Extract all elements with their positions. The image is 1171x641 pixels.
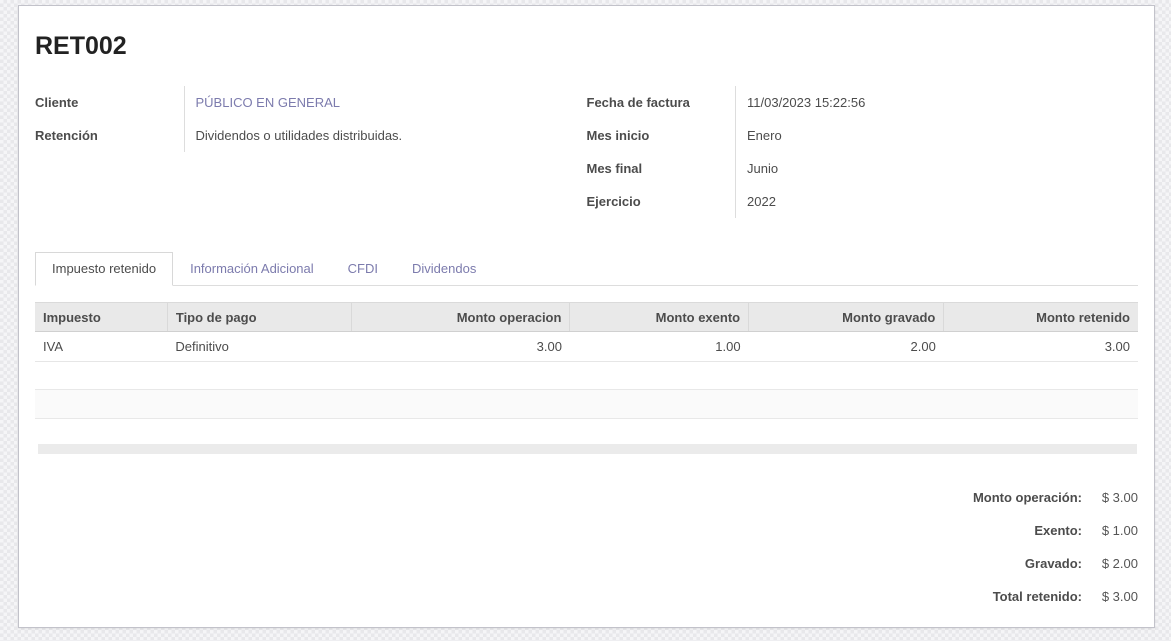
total-row-gravado: Gravado: $ 2.00 <box>35 547 1138 580</box>
total-row-monto-operacion: Monto operación: $ 3.00 <box>35 481 1138 514</box>
field-group-left: Cliente PÚBLICO EN GENERAL Retención Div… <box>35 86 587 152</box>
mes-final-label: Mes final <box>587 152 736 185</box>
ejercicio-label: Ejercicio <box>587 185 736 218</box>
field-row-ejercicio: Ejercicio 2022 <box>587 185 1139 218</box>
cliente-label: Cliente <box>35 86 184 119</box>
cliente-value-link[interactable]: PÚBLICO EN GENERAL <box>184 86 587 119</box>
tab-cfdi[interactable]: CFDI <box>331 252 395 286</box>
notebook-tabs: Impuesto retenido Información Adicional … <box>35 252 1138 286</box>
column-header-monto-gravado[interactable]: Monto gravado <box>749 303 944 332</box>
cell-monto-exento: 1.00 <box>570 332 749 362</box>
totals-section: Monto operación: $ 3.00 Exento: $ 1.00 G… <box>35 481 1138 613</box>
document-sheet: RET002 Cliente PÚBLICO EN GENERAL Retenc… <box>18 5 1155 628</box>
cell-monto-operacion: 3.00 <box>352 332 570 362</box>
total-retenido-label: Total retenido: <box>993 589 1082 604</box>
table-horizontal-scrollbar[interactable] <box>38 444 1137 454</box>
column-header-monto-operacion[interactable]: Monto operacion <box>352 303 570 332</box>
total-exento-value: $ 1.00 <box>1082 523 1138 538</box>
field-row-mes-inicio: Mes inicio Enero <box>587 119 1139 152</box>
ejercicio-value: 2022 <box>736 185 1139 218</box>
empty-row <box>35 362 1138 390</box>
fecha-factura-label: Fecha de factura <box>587 86 736 119</box>
field-row-retencion: Retención Dividendos o utilidades distri… <box>35 119 587 152</box>
impuesto-retenido-table: Impuesto Tipo de pago Monto operacion Mo… <box>35 302 1138 419</box>
empty-row-striped <box>35 390 1138 419</box>
cell-tipo-de-pago: Definitivo <box>167 332 351 362</box>
column-header-monto-exento[interactable]: Monto exento <box>570 303 749 332</box>
cell-monto-retenido: 3.00 <box>944 332 1138 362</box>
total-row-exento: Exento: $ 1.00 <box>35 514 1138 547</box>
fecha-factura-value: 11/03/2023 15:22:56 <box>736 86 1139 119</box>
mes-final-value: Junio <box>736 152 1139 185</box>
table-header-row: Impuesto Tipo de pago Monto operacion Mo… <box>35 303 1138 332</box>
page-title: RET002 <box>35 32 1138 61</box>
field-row-cliente: Cliente PÚBLICO EN GENERAL <box>35 86 587 119</box>
tab-informacion-adicional[interactable]: Información Adicional <box>173 252 331 286</box>
column-header-impuesto[interactable]: Impuesto <box>35 303 167 332</box>
cell-impuesto: IVA <box>35 332 167 362</box>
field-group-right: Fecha de factura 11/03/2023 15:22:56 Mes… <box>587 86 1139 218</box>
field-row-mes-final: Mes final Junio <box>587 152 1139 185</box>
tab-impuesto-retenido[interactable]: Impuesto retenido <box>35 252 173 286</box>
total-gravado-label: Gravado: <box>1025 556 1082 571</box>
total-row-total-retenido: Total retenido: $ 3.00 <box>35 580 1138 613</box>
total-monto-operacion-label: Monto operación: <box>973 490 1082 505</box>
total-retenido-value: $ 3.00 <box>1082 589 1138 604</box>
total-monto-operacion-value: $ 3.00 <box>1082 490 1138 505</box>
retencion-label: Retención <box>35 119 184 152</box>
mes-inicio-value: Enero <box>736 119 1139 152</box>
cell-monto-gravado: 2.00 <box>749 332 944 362</box>
total-gravado-value: $ 2.00 <box>1082 556 1138 571</box>
field-row-fecha-factura: Fecha de factura 11/03/2023 15:22:56 <box>587 86 1139 119</box>
field-groups: Cliente PÚBLICO EN GENERAL Retención Div… <box>35 86 1138 218</box>
column-header-tipo-de-pago[interactable]: Tipo de pago <box>167 303 351 332</box>
retencion-value: Dividendos o utilidades distribuidas. <box>184 119 587 152</box>
column-header-monto-retenido[interactable]: Monto retenido <box>944 303 1138 332</box>
table-row[interactable]: IVA Definitivo 3.00 1.00 2.00 3.00 <box>35 332 1138 362</box>
tab-dividendos[interactable]: Dividendos <box>395 252 493 286</box>
total-exento-label: Exento: <box>1034 523 1082 538</box>
mes-inicio-label: Mes inicio <box>587 119 736 152</box>
